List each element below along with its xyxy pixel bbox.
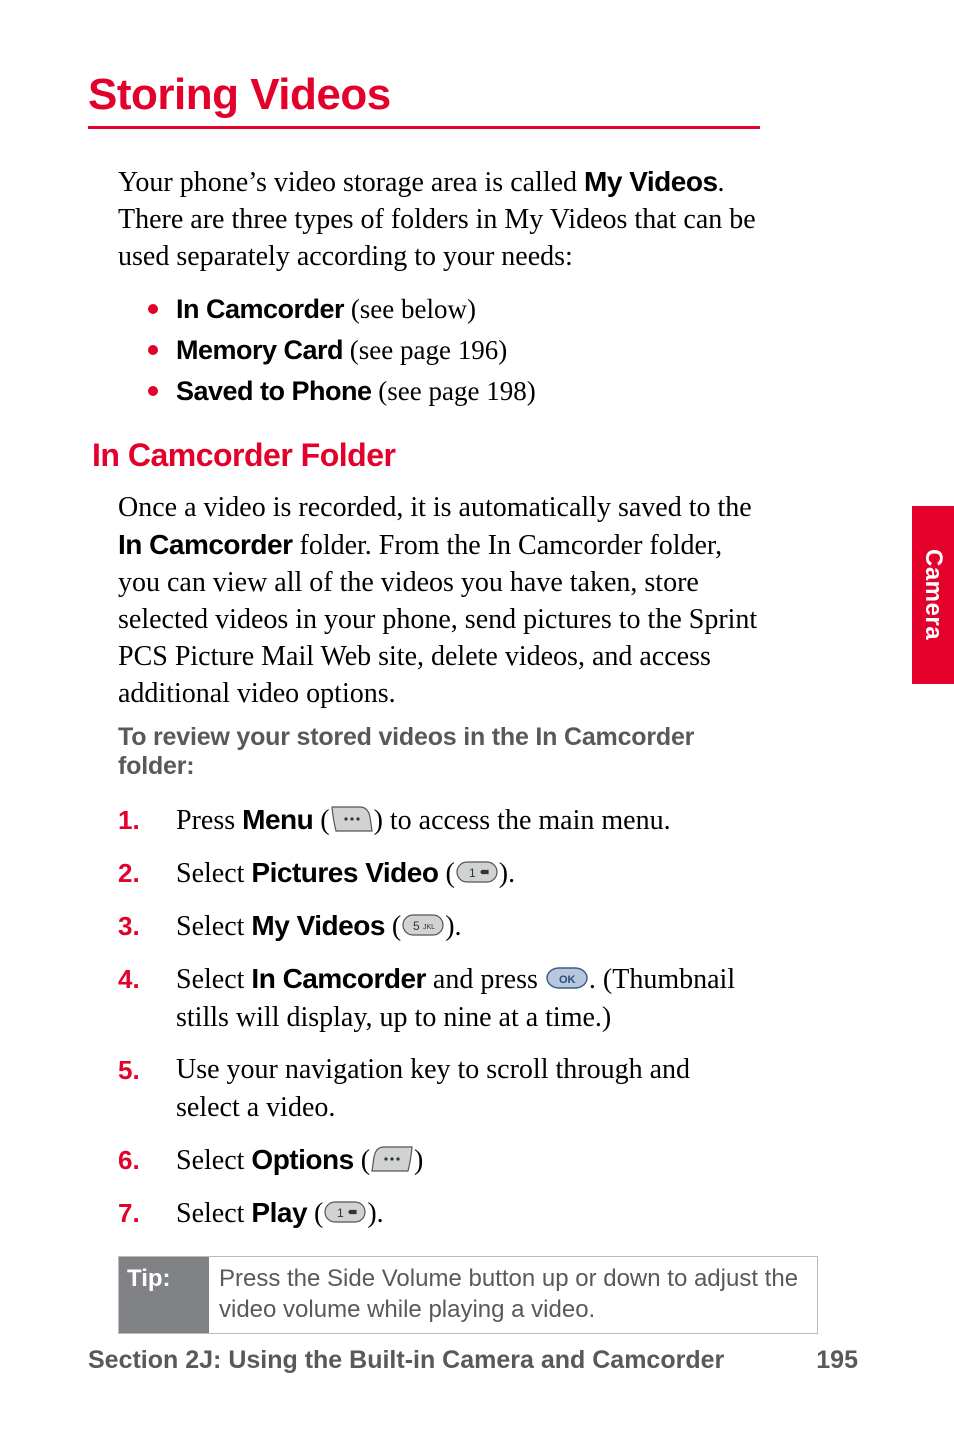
step-pre: Select (176, 1145, 251, 1176)
step-pre: Press (176, 805, 242, 836)
folder-rest: (see below) (344, 294, 476, 324)
step-text: Use your navigation key to scroll throug… (176, 1054, 690, 1123)
folder-bold: Saved to Phone (176, 376, 372, 406)
key-1-icon: 1 (455, 858, 499, 886)
para-bold: In Camcorder (118, 529, 293, 560)
step: Select In Camcorder and press OK. (Thumb… (118, 960, 760, 1037)
footer-page: 195 (816, 1346, 858, 1375)
step-post: ) (414, 1145, 423, 1176)
key-1-icon: 1 (323, 1198, 367, 1226)
step: Select My Videos (5JKL). (118, 907, 760, 946)
step-pre: Select (176, 911, 251, 942)
folder-list: In Camcorder (see below) Memory Card (se… (118, 290, 760, 411)
step-pre: Select (176, 964, 251, 995)
step-mid: ( (313, 805, 329, 836)
step-bold: Pictures Video (251, 857, 438, 888)
intro-paragraph: Your phone’s video storage area is calle… (118, 163, 760, 276)
page-title: Storing Videos (88, 70, 760, 120)
key-5-icon: 5JKL (401, 911, 445, 939)
page-footer: Section 2J: Using the Built-in Camera an… (88, 1346, 858, 1375)
folder-rest: (see page 198) (372, 376, 536, 406)
para-pre: Once a video is recorded, it is automati… (118, 492, 752, 523)
folder-bold: In Camcorder (176, 294, 344, 324)
folder-item: Saved to Phone (see page 198) (118, 372, 760, 411)
step-bold: Menu (242, 804, 313, 835)
folder-bold: Memory Card (176, 335, 343, 365)
intro-bold: My Videos (584, 166, 717, 197)
step-bold: Play (251, 1197, 307, 1228)
step-mid: ( (385, 911, 401, 942)
softkey-left-icon (370, 1145, 414, 1173)
step-pre: Select (176, 858, 251, 889)
step-post: ) to access the main menu. (374, 805, 671, 836)
step-post: ). (499, 858, 515, 889)
step: Use your navigation key to scroll throug… (118, 1051, 760, 1127)
folder-item: Memory Card (see page 196) (118, 331, 760, 370)
step-post: ). (367, 1198, 383, 1229)
tip-body: Press the Side Volume button up or down … (209, 1257, 817, 1333)
procedure-lead: To review your stored videos in the In C… (118, 723, 760, 781)
body-paragraph: Once a video is recorded, it is automati… (118, 490, 760, 713)
svg-text:5: 5 (413, 919, 420, 933)
thumb-tab-camera: Camera (912, 506, 954, 684)
steps-list: Press Menu ( ) to access the main menu. S… (118, 801, 760, 1234)
step-mid: ( (307, 1198, 323, 1229)
step-mid: ( (438, 858, 454, 889)
intro-pre: Your phone’s video storage area is calle… (118, 167, 584, 198)
step-bold: My Videos (251, 910, 384, 941)
subheading: In Camcorder Folder (92, 437, 760, 474)
softkey-right-icon (330, 805, 374, 833)
folder-rest: (see page 196) (343, 335, 507, 365)
step-pre: Select (176, 1198, 251, 1229)
step-mid: and press (426, 964, 545, 995)
svg-text:JKL: JKL (423, 924, 435, 931)
tip-box: Tip: Press the Side Volume button up or … (118, 1256, 818, 1334)
step-mid: ( (354, 1145, 370, 1176)
svg-text:OK: OK (559, 974, 576, 986)
step: Select Options () (118, 1141, 760, 1180)
title-rule (88, 126, 760, 129)
svg-text:1: 1 (337, 1206, 344, 1220)
key-ok-icon: OK (545, 964, 589, 992)
step-post: ). (445, 911, 461, 942)
footer-section: Section 2J: Using the Built-in Camera an… (88, 1346, 724, 1375)
svg-text:1: 1 (469, 866, 476, 880)
folder-item: In Camcorder (see below) (118, 290, 760, 329)
tip-label: Tip: (119, 1257, 209, 1333)
step: Press Menu ( ) to access the main menu. (118, 801, 760, 840)
step-bold: Options (251, 1144, 353, 1175)
step-bold: In Camcorder (251, 963, 426, 994)
step: Select Pictures Video (1). (118, 854, 760, 893)
step: Select Play (1). (118, 1194, 760, 1233)
